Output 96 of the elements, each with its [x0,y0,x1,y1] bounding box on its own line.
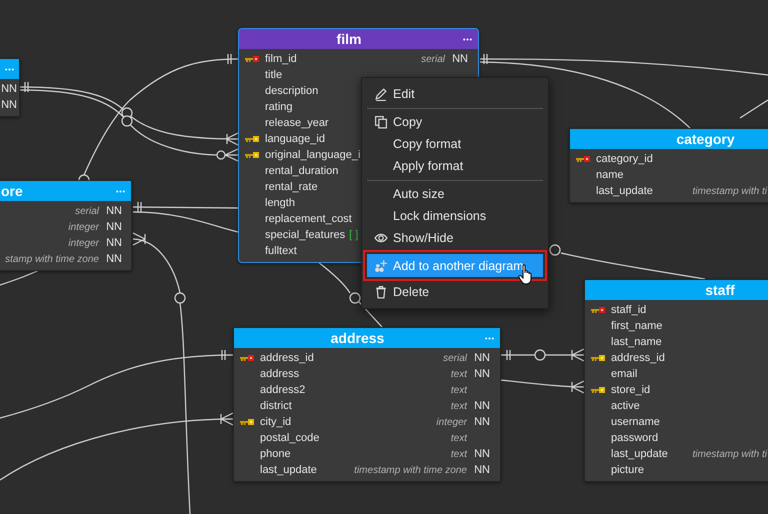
relationship-line [740,100,768,118]
column-name: address_id [611,352,665,364]
table-title: staff [704,282,736,298]
key-icon [240,418,254,426]
column-name: address2 [260,384,306,396]
column-name: username [611,416,660,428]
not-null-label: NN [474,352,490,364]
column-name: title [265,69,282,81]
column-name: category_id [596,153,653,165]
optional-mark [534,349,546,361]
column-type: serial [421,54,445,64]
table-title: ore [0,183,24,199]
column-name: original_language_i [265,149,360,161]
not-null-label: NN [1,99,17,111]
key-icon [245,55,259,63]
column-name: description [265,85,318,97]
table-card[interactable]: staff staff_id first_name last_name address_id email store_id active username password last_update timestamp with ti picture [584,279,768,482]
optional-mark [121,115,133,127]
not-null-label: NN [106,253,122,265]
key-icon [591,306,605,314]
not-null-label: NN [106,205,122,217]
more-icon[interactable] [463,38,472,40]
optional-mark [174,292,186,304]
column-name: first_name [611,320,662,332]
not-null-label: NN [474,400,490,412]
column-name: special_features [265,229,346,241]
eye-icon [374,231,388,245]
column-name: release_year [265,117,329,129]
array-mark: [ ] [349,229,358,241]
column-name: rating [265,101,293,113]
trash-icon [374,285,388,299]
column-type: text [450,384,467,396]
table-card[interactable]: address address_id serial NN address text NN address2 text district text NN city_id integer NN postal_code text phone text NN last_update timestamp with time zone NN [233,327,501,482]
column-name: address [260,368,300,380]
not-null-label: NN [474,464,490,476]
key-icon [576,155,590,163]
table-title: address [330,330,386,346]
column-type: timestamp with time zone [354,464,467,476]
not-null-label: NN [106,237,122,249]
relationship-line [317,261,383,328]
column-name: district [260,400,292,412]
column-type: serial [443,352,467,364]
table-title: category [675,131,736,147]
column-name: film_id [265,53,297,65]
column-type: stamp with time zone [5,254,99,264]
column-type: timestamp with ti [692,186,767,196]
column-name: length [265,197,295,209]
optional-mark [216,150,226,160]
column-name: last_name [611,336,662,348]
column-name: picture [611,464,644,476]
column-type: integer [68,222,99,232]
column-name: last_update [611,448,668,460]
column-type: integer [436,416,467,428]
column-name: email [611,368,638,380]
menu-item[interactable]: Delete [367,281,543,303]
column-type: text [450,448,467,460]
column-name: address_id [260,352,314,364]
key-icon [245,135,259,143]
column-name: store_id [611,384,650,396]
key-icon [245,151,259,159]
column-name: rental_rate [265,181,318,193]
column-name: city_id [260,416,292,428]
column-name: active [611,400,640,412]
column-name: rental_duration [265,165,338,177]
not-null-label: NN [106,221,122,233]
column-name: fulltext [265,245,297,257]
key-icon [240,354,254,362]
edit-icon [374,87,388,101]
column-type: text [450,368,467,380]
column-name: last_update [260,464,317,476]
column-name: language_id [265,133,325,145]
column-name: name [596,169,624,181]
column-name: postal_code [260,432,320,444]
not-null-label: NN [474,416,490,428]
column-type: text [450,432,467,444]
not-null-label: NN [474,368,490,380]
key-icon [591,354,605,362]
not-null-label: NN [474,448,490,460]
not-null-label: NN [452,53,468,65]
add-diagram-icon [374,258,388,272]
column-type: serial [75,206,99,216]
column-name: password [611,432,658,444]
table-card[interactable]: NN NN [0,58,20,117]
column-type: integer [68,238,99,248]
not-null-label: NN [1,83,17,95]
key-icon [591,386,605,394]
column-type: text [450,400,467,412]
column-name: phone [260,448,291,460]
table-card[interactable]: ore serial NN integer NN integer NN stamp with time zone NN [0,180,132,271]
copy-icon [374,115,388,129]
column-name: last_update [596,185,653,197]
column-name: replacement_cost [265,213,352,225]
column-name: staff_id [611,304,646,316]
column-type: timestamp with ti [692,448,767,460]
table-title: film [336,31,362,47]
table-card[interactable]: category category_id name last_update timestamp with ti [569,128,768,203]
